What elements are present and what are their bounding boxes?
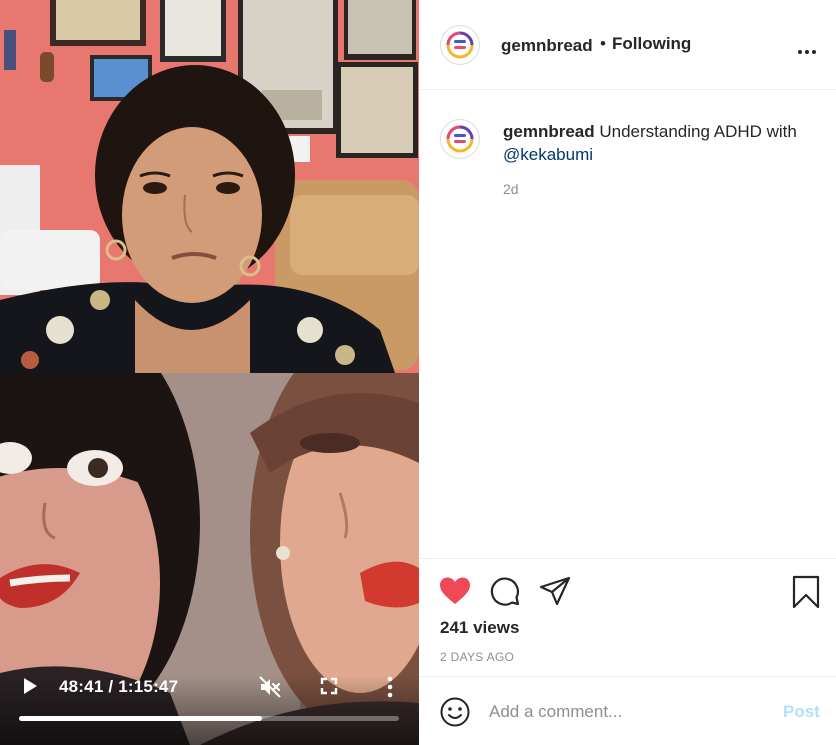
post-header: gemnbread • Following [419, 0, 836, 90]
post-comment-button[interactable]: Post [783, 702, 820, 722]
profile-logo-icon [446, 31, 474, 59]
emoji-button[interactable] [439, 696, 471, 728]
profile-logo-icon [446, 125, 474, 153]
caption-username[interactable]: gemnbread [503, 122, 595, 141]
mute-icon [259, 676, 281, 698]
mute-button[interactable] [258, 675, 282, 699]
video-progress-bar[interactable] [19, 716, 399, 721]
video-more-button[interactable] [380, 675, 400, 699]
video-player[interactable]: 48:41 / 1:15:47 [0, 0, 419, 745]
post-details-panel: gemnbread • Following gemnbread Understa… [419, 0, 836, 745]
caption-timestamp[interactable]: 2d [503, 181, 519, 197]
header-separator: • [600, 34, 606, 53]
fullscreen-icon [320, 677, 338, 695]
video-time: 48:41 / 1:15:47 [59, 677, 179, 696]
comment-button[interactable] [489, 575, 521, 607]
play-button[interactable] [20, 672, 42, 700]
post-actions: 241 views 2 DAYS AGO [419, 558, 836, 676]
save-button[interactable] [791, 575, 821, 609]
bookmark-icon [792, 575, 820, 609]
comment-icon [490, 577, 520, 606]
comment-bar: Post [419, 676, 836, 745]
following-button[interactable]: Following [612, 34, 691, 54]
caption-text: Understanding ADHD with [599, 122, 797, 141]
header-username[interactable]: gemnbread [501, 36, 593, 56]
like-button[interactable] [439, 576, 471, 606]
avatar[interactable] [440, 25, 480, 65]
emoji-icon [440, 697, 470, 727]
share-icon [539, 576, 571, 606]
fullscreen-button[interactable] [319, 676, 339, 696]
more-horizontal-icon [798, 50, 816, 54]
share-button[interactable] [539, 575, 571, 607]
more-vertical-icon [387, 676, 393, 698]
caption-mention[interactable]: @kekabumi [503, 145, 593, 164]
play-icon [24, 678, 37, 694]
view-count[interactable]: 241 views [440, 618, 519, 638]
video-progress-fill [19, 716, 263, 721]
heart-icon [440, 577, 470, 604]
post-options-button[interactable] [797, 42, 817, 54]
caption-avatar[interactable] [440, 119, 480, 159]
video-feed-host [0, 0, 419, 373]
comment-input[interactable] [489, 699, 769, 725]
post-date[interactable]: 2 DAYS AGO [440, 650, 514, 664]
post-caption: gemnbread Understanding ADHD with @kekab… [503, 120, 803, 166]
